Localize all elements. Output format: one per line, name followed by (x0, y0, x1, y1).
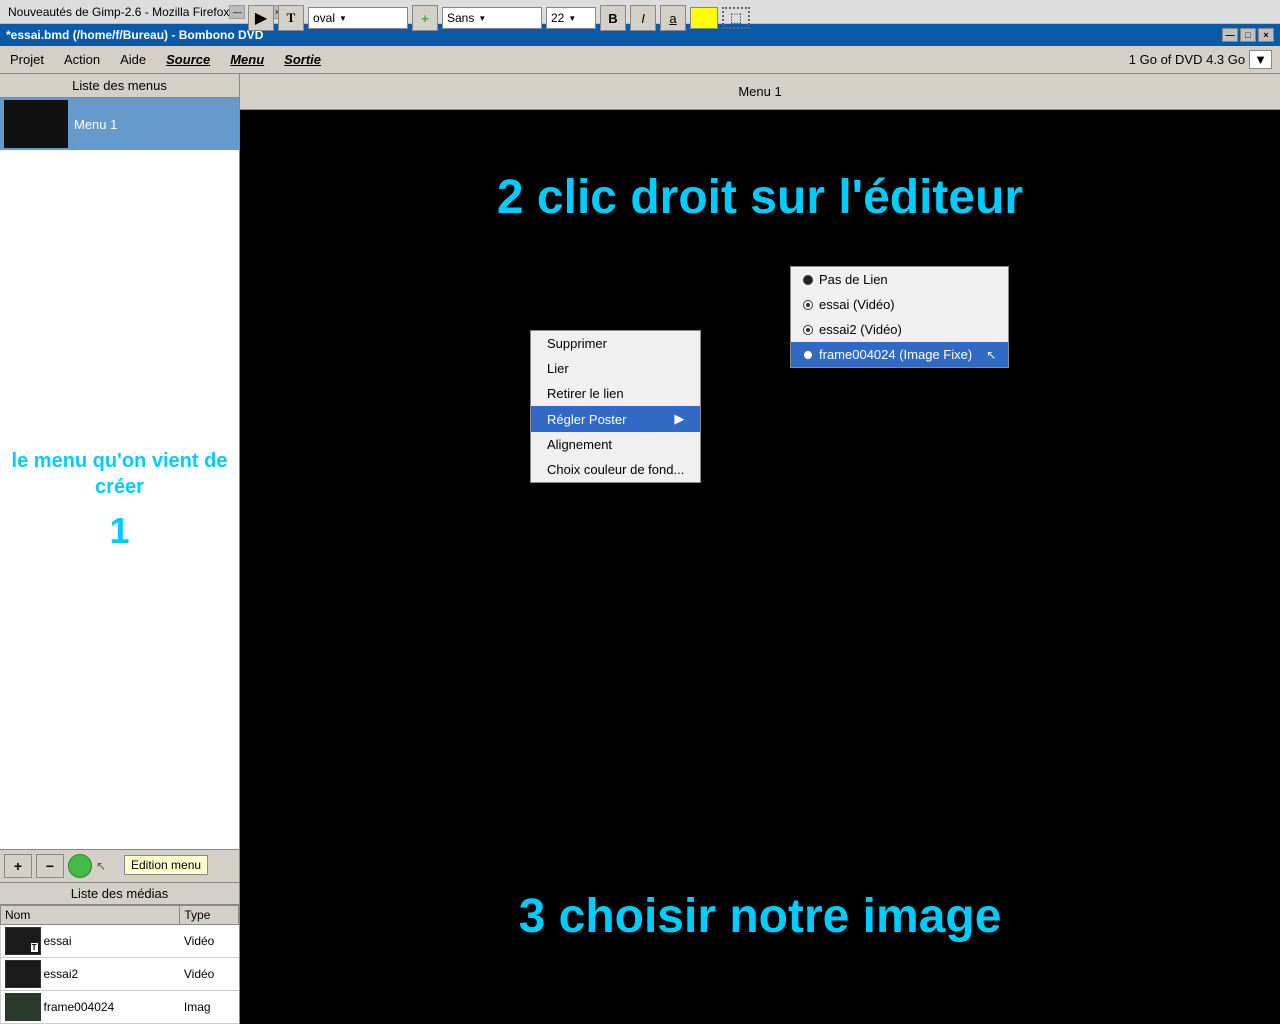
editor-area: Menu 1 ▶ T oval ▼ + Sans ▼ 22 (240, 74, 1280, 1024)
sidebar-preview: le menu qu'on vient de créer 1 (0, 150, 239, 849)
media-item-name-1: essai2 (44, 967, 79, 981)
menu-aide[interactable]: Aide (110, 46, 156, 73)
canvas-area[interactable]: 2 clic droit sur l'éditeur 3 choisir not… (240, 110, 1280, 1024)
app-close-btn[interactable]: × (1258, 28, 1274, 42)
submenu-arrow-icon: ▶ (674, 411, 684, 427)
edit-menu-btn[interactable] (68, 854, 92, 878)
media-row-2[interactable]: frame004024 Imag (1, 991, 239, 1024)
menu-item-label: Menu 1 (74, 117, 117, 132)
menu-sortie[interactable]: Sortie (274, 46, 331, 73)
app-win-controls: — □ × (1222, 28, 1274, 42)
context-menu-item-couleur[interactable]: Choix couleur de fond... (531, 457, 700, 482)
add-menu-btn[interactable]: + (4, 854, 32, 878)
radio-icon-0 (803, 275, 813, 285)
context-menu-item-supprimer[interactable]: Supprimer (531, 331, 700, 356)
radio-icon-2 (803, 325, 813, 335)
sidebar-buttons-row: + − ↖ Edition menu (0, 849, 239, 883)
media-row-1[interactable]: essai2 Vidéo (1, 958, 239, 991)
submenu-item-3[interactable]: frame004024 (Image Fixe) ↖ (791, 342, 1008, 367)
dvd-dropdown[interactable]: ▼ (1249, 50, 1272, 69)
context-menu-item-retirer[interactable]: Retirer le lien (531, 381, 700, 406)
sidebar: Liste des menus Menu 1 le menu qu'on vie… (0, 74, 240, 1024)
menu-thumbnail (4, 100, 68, 148)
submenu-label-1: essai (Vidéo) (819, 297, 895, 312)
submenu-item-2[interactable]: essai2 (Vidéo) (791, 317, 1008, 342)
menu-list-item[interactable]: Menu 1 (0, 98, 239, 150)
media-table: Nom Type T essai (0, 905, 239, 1024)
col-nom: Nom (1, 906, 180, 925)
media-name-0: T essai (1, 925, 180, 958)
context-menu-label-couleur: Choix couleur de fond... (547, 462, 684, 477)
media-list: Nom Type T essai (0, 905, 239, 1024)
media-type-1: Vidéo (180, 958, 239, 991)
app-maximize-btn[interactable]: □ (1240, 28, 1256, 42)
context-menu-label-alignement: Alignement (547, 437, 612, 452)
context-menu-item-alignement[interactable]: Alignement (531, 432, 700, 457)
media-thumb-2 (5, 993, 41, 1021)
context-menu-label-retirer: Retirer le lien (547, 386, 624, 401)
app-minimize-btn[interactable]: — (1222, 28, 1238, 42)
menu-source[interactable]: Source (156, 46, 220, 73)
cursor-arrow-icon: ↖ (96, 859, 106, 873)
context-menu: Supprimer Lier Retirer le lien Régler Po… (530, 330, 701, 483)
app-title: *essai.bmd (/home/f/Bureau) - Bombono DV… (6, 28, 263, 42)
context-menu-label-supprimer: Supprimer (547, 336, 607, 351)
media-name-1: essai2 (1, 958, 180, 991)
canvas-instruction-1: 2 clic droit sur l'éditeur (240, 170, 1280, 225)
submenu-item-1[interactable]: essai (Vidéo) (791, 292, 1008, 317)
menu-action[interactable]: Action (54, 46, 110, 73)
browser-title: Nouveautés de Gimp-2.6 - Mozilla Firefox (8, 5, 229, 19)
browser-minimize-btn[interactable]: — (229, 5, 245, 19)
media-item-name-0: essai (44, 934, 72, 948)
radio-icon-3 (803, 350, 813, 360)
dvd-size-display: 1 Go of DVD 4.3 Go ▼ (1121, 48, 1280, 71)
sidebar-preview-number: 1 (109, 510, 129, 552)
sidebar-preview-text: le menu qu'on vient de créer (10, 448, 229, 500)
dvd-size-text: 1 Go of DVD 4.3 Go (1129, 52, 1245, 67)
menu-menu[interactable]: Menu (220, 46, 274, 73)
submenu-label-2: essai2 (Vidéo) (819, 322, 902, 337)
submenu-label-0: Pas de Lien (819, 272, 888, 287)
remove-menu-btn[interactable]: − (36, 854, 64, 878)
canvas-instruction-2: 3 choisir notre image (240, 889, 1280, 944)
media-thumb-0: T (5, 927, 41, 955)
context-menu-label-lier: Lier (547, 361, 569, 376)
media-row-0[interactable]: T essai Vidéo (1, 925, 239, 958)
menus-section-title: Liste des menus (0, 74, 239, 98)
media-thumb-1 (5, 960, 41, 988)
menubar: Projet Action Aide Source Menu Sortie 1 … (0, 46, 1280, 74)
menu-projet[interactable]: Projet (0, 46, 54, 73)
media-type-0: Vidéo (180, 925, 239, 958)
media-item-name-2: frame004024 (44, 1000, 115, 1014)
context-menu-label-regler: Régler Poster (547, 412, 626, 427)
toolbar-title: Menu 1 (738, 84, 781, 99)
submenu: Pas de Lien essai (Vidéo) essai2 (Vidéo)… (790, 266, 1009, 368)
context-menu-item-regler[interactable]: Régler Poster ▶ (531, 406, 700, 432)
main-layout: Liste des menus Menu 1 le menu qu'on vie… (0, 74, 1280, 1024)
edition-menu-tooltip: Edition menu (124, 855, 208, 875)
submenu-label-3: frame004024 (Image Fixe) (819, 347, 972, 362)
media-name-2: frame004024 (1, 991, 180, 1024)
radio-icon-1 (803, 300, 813, 310)
medias-section-title: Liste des médias (0, 883, 239, 905)
toolbar: Menu 1 ▶ T oval ▼ + Sans ▼ 22 (240, 74, 1280, 110)
cursor-icon: ↖ (986, 348, 996, 362)
submenu-item-0[interactable]: Pas de Lien (791, 267, 1008, 292)
app-window: *essai.bmd (/home/f/Bureau) - Bombono DV… (0, 24, 1280, 1024)
menu-list: Menu 1 (0, 98, 239, 150)
col-type: Type (180, 906, 239, 925)
media-type-2: Imag (180, 991, 239, 1024)
context-menu-item-lier[interactable]: Lier (531, 356, 700, 381)
